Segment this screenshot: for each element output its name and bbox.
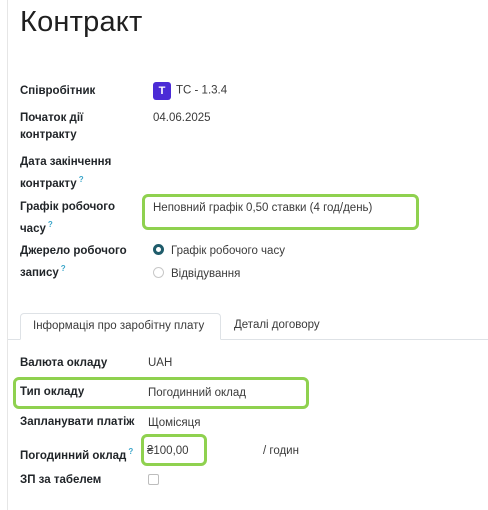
source-label-line2: запису [20,266,59,279]
end-date-label: Дата закінчення контракту? [20,154,111,193]
start-date-field[interactable]: 04.06.2025 [153,110,211,127]
hourly-wage-label: Погодинний оклад? [20,443,133,465]
source-label: Джерело робочого запису? [20,243,127,282]
schedule-pay-label: Запланувати платіж [20,416,135,428]
end-date-field[interactable] [153,154,413,171]
contract-form: Контракт Співробітник T TC - 1.3.4 Почато… [0,0,488,510]
schedule-label-line1: Графік робочого [20,201,115,213]
source-option-schedule-label: Графік робочого часу [171,245,285,257]
schedule-label-line2: часу [20,222,46,235]
timesheet-checkbox[interactable] [148,474,159,485]
hourly-wage-unit: / годин [263,445,299,457]
schedule-field[interactable]: Неповний графік 0,50 ставки (4 год/день) [153,200,372,217]
hourly-wage-help-icon[interactable]: ? [128,447,133,456]
source-label-line1: Джерело робочого [20,245,127,257]
employee-name: TC - 1.3.4 [176,84,228,97]
start-date-label: Початок дії контракту [20,110,83,144]
tab-salary-info[interactable]: Інформація про заробітну плату [20,313,221,340]
page-title: Контракт [20,6,143,38]
radio-unselected-icon [153,267,164,278]
source-option-attendance[interactable]: Відвідування [153,266,240,283]
source-help-icon[interactable]: ? [61,264,66,273]
hourly-wage-field[interactable]: ₴100,00 [147,443,189,460]
currency-field[interactable]: UAH [148,355,172,372]
hourly-wage-label-text: Погодинний оклад [20,449,127,462]
end-date-label-line2: контракту [20,177,77,190]
tab-contract-details[interactable]: Деталі договору [222,313,332,340]
source-option-attendance-label: Відвідування [171,268,241,280]
wage-type-label: Тип окладу [20,386,85,398]
end-date-label-line1: Дата закінчення [20,156,112,168]
radio-selected-icon [153,244,164,255]
schedule-label: Графік робочого часу? [20,199,115,238]
wage-type-field[interactable]: Погодинний оклад [148,385,246,402]
schedule-help-icon[interactable]: ? [48,220,53,229]
currency-label: Валюта окладу [20,357,108,369]
avatar: T [153,82,171,100]
employee-field[interactable]: T TC - 1.3.4 [153,82,227,100]
source-option-schedule[interactable]: Графік робочого часу [153,243,285,260]
employee-label: Співробітник [20,85,96,97]
timesheet-label: ЗП за табелем [20,474,102,486]
start-date-label-line2: контракту [20,129,77,141]
start-date-label-line1: Початок дії [20,112,84,124]
sheet-border [7,0,8,510]
end-date-help-icon[interactable]: ? [79,175,84,184]
schedule-pay-field[interactable]: Щомісяця [148,415,200,432]
